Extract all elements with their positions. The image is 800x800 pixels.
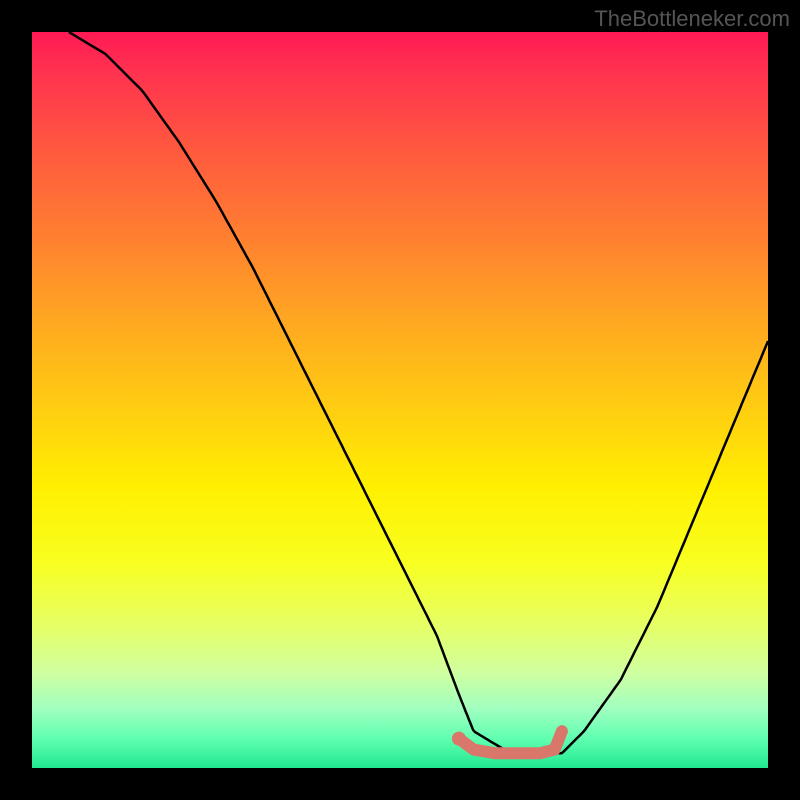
curve-layer <box>69 32 768 753</box>
watermark-text: TheBottleneker.com <box>594 6 790 32</box>
marker-layer <box>452 731 562 753</box>
optimal-range-marker <box>459 731 562 753</box>
bottleneck-curve <box>69 32 768 753</box>
chart-container: TheBottleneker.com <box>0 0 800 800</box>
plot-area <box>32 32 768 768</box>
chart-svg <box>32 32 768 768</box>
marker-dot <box>452 732 466 746</box>
